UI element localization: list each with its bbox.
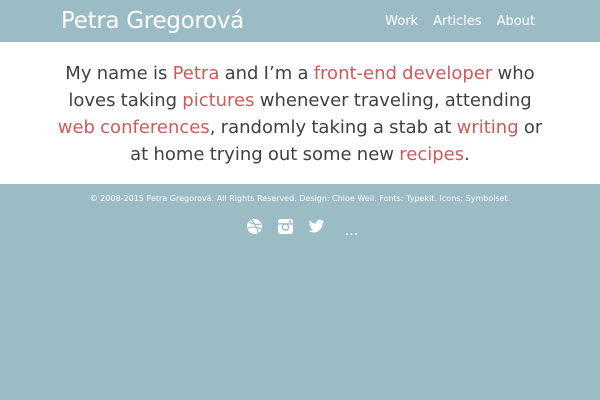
social-links: ... xyxy=(0,218,600,238)
intro-text-part: . xyxy=(464,144,470,165)
site-header: Petra Gregorová Work Articles About xyxy=(0,0,600,42)
nav-item-about[interactable]: About xyxy=(497,14,535,29)
dribbble-icon[interactable] xyxy=(246,218,263,235)
site-title-link[interactable]: Petra Gregorová xyxy=(61,7,244,35)
site-footer: © 2008-2015 Petra Gregorová. All Rights … xyxy=(0,184,600,238)
intro-text-part: , randomly taking a stab at xyxy=(209,117,457,138)
link-front-end-developer[interactable]: front-end developer xyxy=(314,63,493,84)
link-pictures[interactable]: pictures xyxy=(182,90,254,111)
intro-text-part: and I’m a xyxy=(219,63,314,84)
link-recipes[interactable]: recipes xyxy=(399,144,464,165)
nav-item-articles[interactable]: Articles xyxy=(433,14,481,29)
nav-item-work[interactable]: Work xyxy=(385,14,418,29)
twitter-icon[interactable] xyxy=(308,218,325,235)
link-petra[interactable]: Petra xyxy=(173,63,220,84)
more-icon[interactable]: ... xyxy=(345,224,358,238)
intro-text: My name is Petra and I’m a front-end dev… xyxy=(50,60,550,168)
copyright-text: © 2008-2015 Petra Gregorová. All Rights … xyxy=(89,194,511,203)
link-web-conferences[interactable]: web conferences xyxy=(58,117,210,138)
intro-text-part: My name is xyxy=(65,63,173,84)
intro-text-part: whenever traveling, attending xyxy=(254,90,532,111)
main-nav: Work Articles About xyxy=(385,14,535,29)
link-writing[interactable]: writing xyxy=(457,117,519,138)
instagram-icon[interactable] xyxy=(277,218,294,235)
intro-section: My name is Petra and I’m a front-end dev… xyxy=(0,42,600,184)
